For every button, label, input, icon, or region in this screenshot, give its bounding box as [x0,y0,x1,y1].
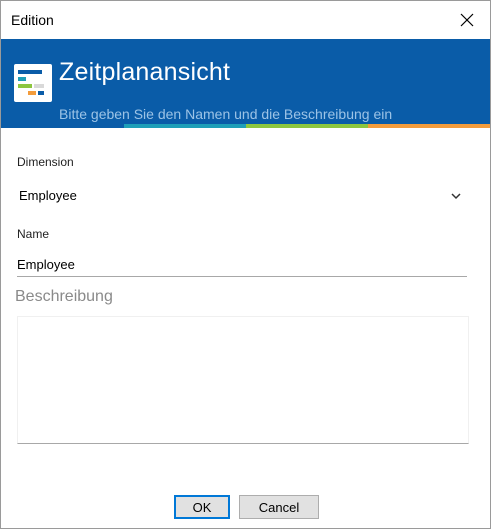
dimension-select[interactable] [15,181,470,211]
header-banner: Zeitplanansicht Bitte geben Sie den Name… [1,39,490,124]
accent-segment-teal [124,124,246,128]
dimension-label: Dimension [17,155,74,169]
window-title: Edition [11,12,54,28]
name-label: Name [17,227,50,241]
schedule-view-icon [14,64,52,102]
banner-title: Zeitplanansicht [59,58,231,86]
dimension-value: Employee [19,188,77,203]
close-icon [460,13,474,27]
accent-segment-green [246,124,368,128]
description-textarea[interactable] [17,316,469,444]
chevron-down-icon[interactable] [449,189,463,203]
title-bar: Edition [1,1,490,39]
accent-segment-orange [368,124,490,128]
banner-subtitle: Bitte geben Sie den Namen und die Beschr… [59,106,393,122]
accent-bar [1,124,490,128]
description-label: Beschreibung [15,288,113,305]
accent-segment-blue [1,124,124,128]
ok-button[interactable]: OK [174,495,230,519]
name-input[interactable] [17,252,467,277]
close-button[interactable] [444,1,490,39]
cancel-button[interactable]: Cancel [239,495,319,519]
edition-dialog: Edition Zeitplanansicht Bitte geben Sie … [0,0,491,529]
